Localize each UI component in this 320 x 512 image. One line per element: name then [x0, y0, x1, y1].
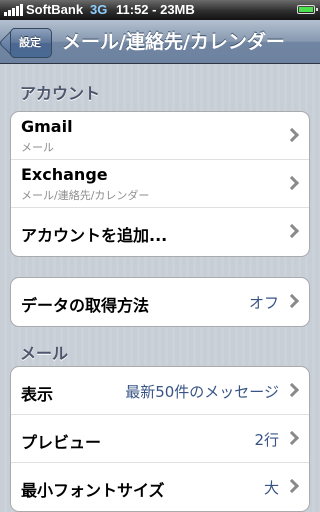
chevron-right-icon: [284, 175, 300, 191]
navigation-bar: 設定 メール/連絡先/カレンダー: [0, 20, 320, 64]
fetch-value: オフ: [248, 294, 279, 312]
account-row-gmail[interactable]: Gmail メール: [11, 112, 309, 160]
mail-min-font-size-value: 大: [263, 479, 279, 497]
account-services: メール: [21, 141, 54, 154]
status-time: 11:52 - 23MB: [116, 2, 195, 17]
account-row-exchange[interactable]: Exchange メール/連絡先/カレンダー: [11, 160, 309, 208]
add-account-row[interactable]: アカウントを追加...: [11, 208, 309, 256]
chevron-right-icon: [284, 478, 300, 494]
account-services: メール/連絡先/カレンダー: [21, 189, 150, 202]
mail-group: 表示 最新50件のメッセージ プレビュー 2行 最小フォントサイズ 大: [10, 366, 310, 512]
account-name: Gmail: [21, 117, 73, 136]
fetch-new-data-row[interactable]: データの取得方法 オフ: [11, 278, 309, 326]
mail-preview-label: プレビュー: [21, 433, 102, 452]
signal-icon: [4, 4, 23, 16]
section-header-mail: メール: [20, 344, 69, 363]
page-title: メール/連絡先/カレンダー: [62, 31, 285, 53]
mail-preview-value: 2行: [254, 431, 279, 449]
mail-min-font-size-row[interactable]: 最小フォントサイズ 大: [11, 463, 309, 511]
account-name: Exchange: [21, 165, 108, 184]
network-type: 3G: [90, 2, 108, 17]
back-button-label: 設定: [19, 36, 41, 49]
mail-show-value: 最新50件のメッセージ: [125, 383, 279, 401]
section-header-accounts: アカウント: [20, 84, 101, 103]
back-button[interactable]: 設定: [10, 28, 52, 58]
mail-preview-row[interactable]: プレビュー 2行: [11, 415, 309, 463]
fetch-group: データの取得方法 オフ: [10, 277, 310, 327]
chevron-right-icon: [284, 430, 300, 446]
battery-icon: [297, 5, 318, 14]
chevron-right-icon: [284, 223, 300, 239]
chevron-right-icon: [284, 293, 300, 309]
status-bar: SoftBank 3G 11:52 - 23MB: [0, 0, 320, 20]
fetch-label: データの取得方法: [21, 296, 150, 315]
add-account-label: アカウントを追加...: [21, 226, 168, 245]
chevron-right-icon: [284, 127, 300, 143]
chevron-right-icon: [284, 382, 300, 398]
mail-show-label: 表示: [21, 385, 54, 404]
carrier-name: SoftBank: [26, 2, 84, 17]
mail-min-font-size-label: 最小フォントサイズ: [21, 481, 165, 500]
mail-show-row[interactable]: 表示 最新50件のメッセージ: [11, 367, 309, 415]
accounts-group: Gmail メール Exchange メール/連絡先/カレンダー アカウントを追…: [10, 111, 310, 257]
